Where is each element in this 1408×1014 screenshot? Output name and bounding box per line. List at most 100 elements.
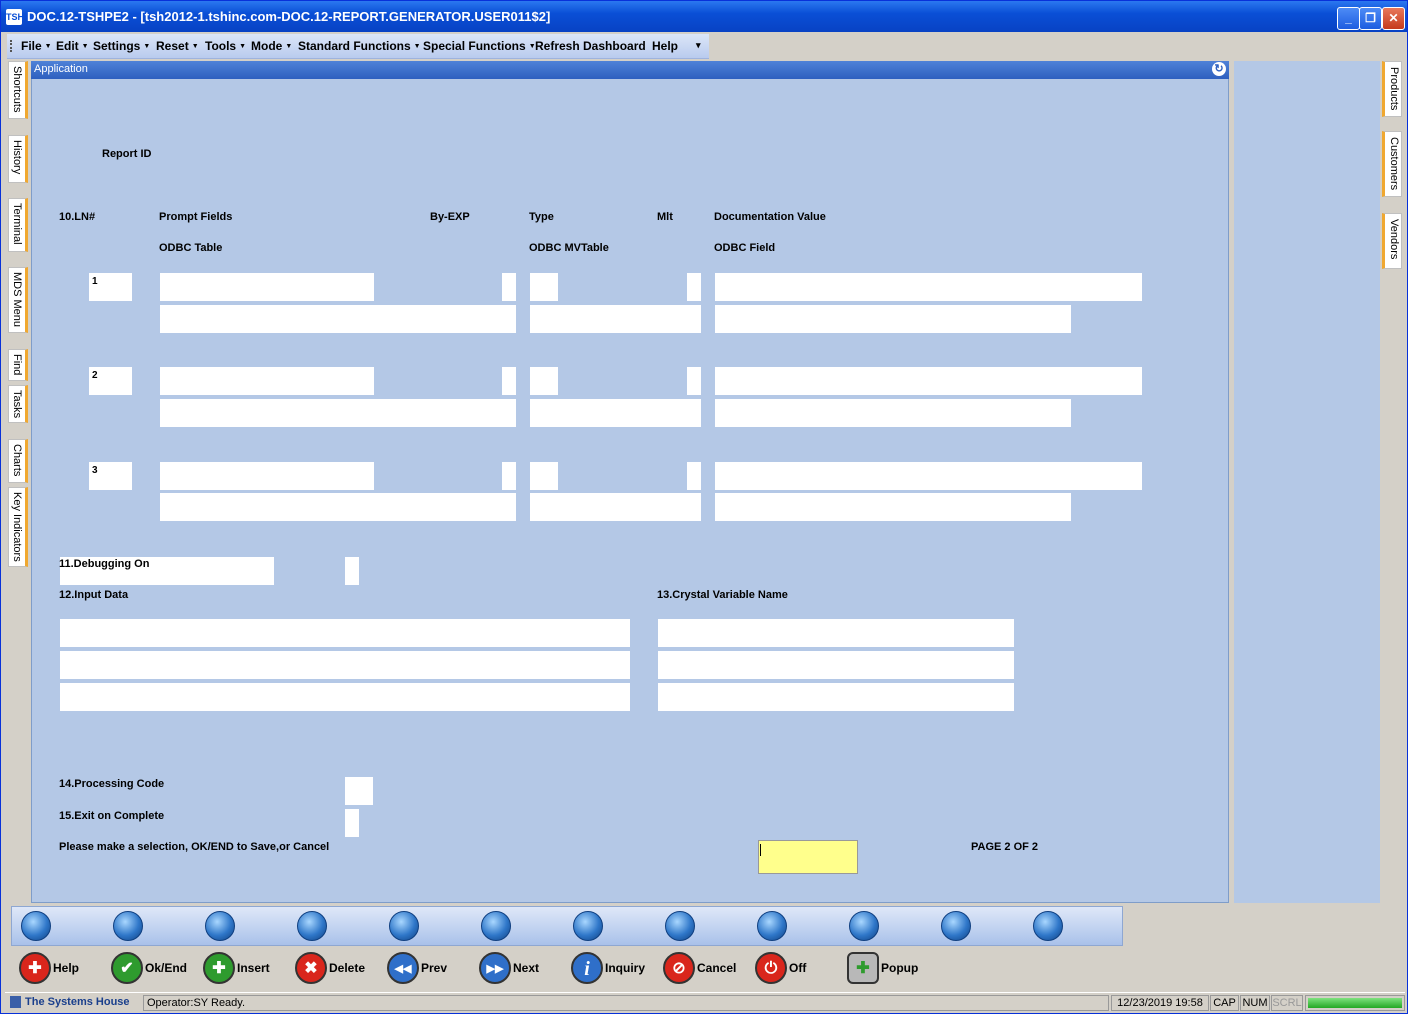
odbc-mvtable-header: ODBC MVTable [529,242,609,254]
odbc-field-input[interactable] [715,493,1071,521]
prompt-field-input[interactable] [160,273,374,301]
application-header: Application ↻ [31,61,1229,79]
globe-icon[interactable] [113,911,143,941]
odbc-mvtable-input[interactable] [530,305,701,333]
crystal-variable-field-1[interactable] [658,619,1014,647]
line-number: 3 [92,465,98,476]
menu-file[interactable]: File ▼ [21,39,52,53]
crystal-variable-label: 13.Crystal Variable Name [657,589,788,601]
globe-icon[interactable] [573,911,603,941]
tab-vendors[interactable]: Vendors [1382,213,1402,269]
odbc-mvtable-input[interactable] [530,493,701,521]
type-input[interactable] [530,367,558,395]
tab-tasks-label: Tasks [11,390,23,419]
status-bar: The Systems House Operator:SY Ready. 12/… [5,992,1405,1013]
restore-button[interactable]: ❐ [1359,7,1382,30]
crystal-variable-field-2[interactable] [658,651,1014,679]
prompt-message: Please make a selection, OK/END to Save,… [59,841,330,853]
by-exp-input[interactable] [502,462,516,490]
globe-icon[interactable] [665,911,695,941]
odbc-mvtable-input[interactable] [530,399,701,427]
odbc-field-input[interactable] [715,305,1071,333]
tab-history[interactable]: History [8,135,28,183]
line-number-field[interactable]: 2 [89,367,132,395]
menu-special-functions[interactable]: Special Functions ▼ [423,39,536,53]
tab-products[interactable]: Products [1382,61,1402,117]
line-number-field[interactable]: 1 [89,273,132,301]
title-bar[interactable]: TSH DOC.12-TSHPE2 - [tsh2012-1.tshinc.co… [1,1,1407,32]
mlt-input[interactable] [687,462,701,490]
documentation-value-header: Documentation Value [714,211,826,223]
menu-tools[interactable]: Tools ▼ [205,39,246,53]
crystal-variable-field-3[interactable] [658,683,1014,711]
tab-shortcuts[interactable]: Shortcuts [8,61,28,119]
globe-icon[interactable] [849,911,879,941]
prompt-field-input[interactable] [160,367,374,395]
menu-edit[interactable]: Edit ▼ [56,39,89,53]
odbc-field-input[interactable] [715,399,1071,427]
inquiry-button-label: Inquiry [605,961,646,975]
input-data-label: 12.Input Data [59,589,129,601]
brand-name: The Systems House [25,996,130,1008]
menu-refresh-dashboard[interactable]: Refresh Dashboard [535,39,646,53]
documentation-value-input[interactable] [715,462,1142,490]
close-button[interactable]: ✕ [1382,7,1405,30]
tab-mds-menu[interactable]: MDS Menu [8,267,28,333]
page-indicator: PAGE 2 OF 2 [971,841,1039,853]
menu-standard-functions[interactable]: Standard Functions ▼ [298,39,421,53]
mlt-input[interactable] [687,273,701,301]
menu-settings[interactable]: Settings ▼ [93,39,150,53]
progress-bar-fill [1308,998,1402,1008]
odbc-table-input[interactable] [160,399,516,427]
forward-icon: ▶▶ [479,952,511,984]
odbc-field-header: ODBC Field [714,242,776,254]
lifebuoy-icon: ✚ [19,952,51,984]
by-exp-input[interactable] [502,367,516,395]
mlt-input[interactable] [687,367,701,395]
input-data-field-2[interactable] [60,651,630,679]
exit-on-complete-input[interactable] [345,809,359,837]
refresh-icon[interactable]: ↻ [1212,62,1226,76]
documentation-value-input[interactable] [715,367,1142,395]
type-input[interactable] [530,462,558,490]
tab-terminal[interactable]: Terminal [8,198,28,252]
input-data-field-3[interactable] [60,683,630,711]
menu-help[interactable]: Help [652,39,678,53]
rewind-icon: ◀◀ [387,952,419,984]
progress-bar [1305,995,1405,1011]
line-number: 1 [92,276,98,287]
tab-charts-label: Charts [11,444,23,477]
menu-mode[interactable]: Mode ▼ [251,39,292,53]
globe-icon[interactable] [297,911,327,941]
debugging-on-input[interactable] [345,557,359,585]
x-icon: ✖ [295,952,327,984]
cancel-button-label: Cancel [697,961,737,975]
globe-icon[interactable] [205,911,235,941]
tab-find[interactable]: Find [8,349,28,381]
tab-key-indicators[interactable]: Key Indicators [8,487,28,567]
globe-icon[interactable] [757,911,787,941]
globe-icon[interactable] [389,911,419,941]
minimize-button[interactable]: _ [1337,7,1360,30]
menu-reset[interactable]: Reset ▼ [156,39,199,53]
tab-tasks[interactable]: Tasks [8,385,28,423]
by-exp-input[interactable] [502,273,516,301]
documentation-value-input[interactable] [715,273,1142,301]
menu-overflow-icon[interactable]: ▾ [696,40,701,51]
tab-customers[interactable]: Customers [1382,131,1402,197]
processing-code-input[interactable] [345,777,373,805]
tab-vendors-label: Vendors [1388,219,1400,260]
odbc-table-input[interactable] [160,493,516,521]
globe-icon[interactable] [481,911,511,941]
power-icon: ⏻ [755,952,787,984]
globe-icon[interactable] [941,911,971,941]
selection-input[interactable] [758,840,858,874]
prompt-field-input[interactable] [160,462,374,490]
line-number-field[interactable]: 3 [89,462,132,490]
type-input[interactable] [530,273,558,301]
globe-icon[interactable] [21,911,51,941]
tab-charts[interactable]: Charts [8,439,28,483]
globe-icon[interactable] [1033,911,1063,941]
odbc-table-input[interactable] [160,305,516,333]
input-data-field-1[interactable] [60,619,630,647]
